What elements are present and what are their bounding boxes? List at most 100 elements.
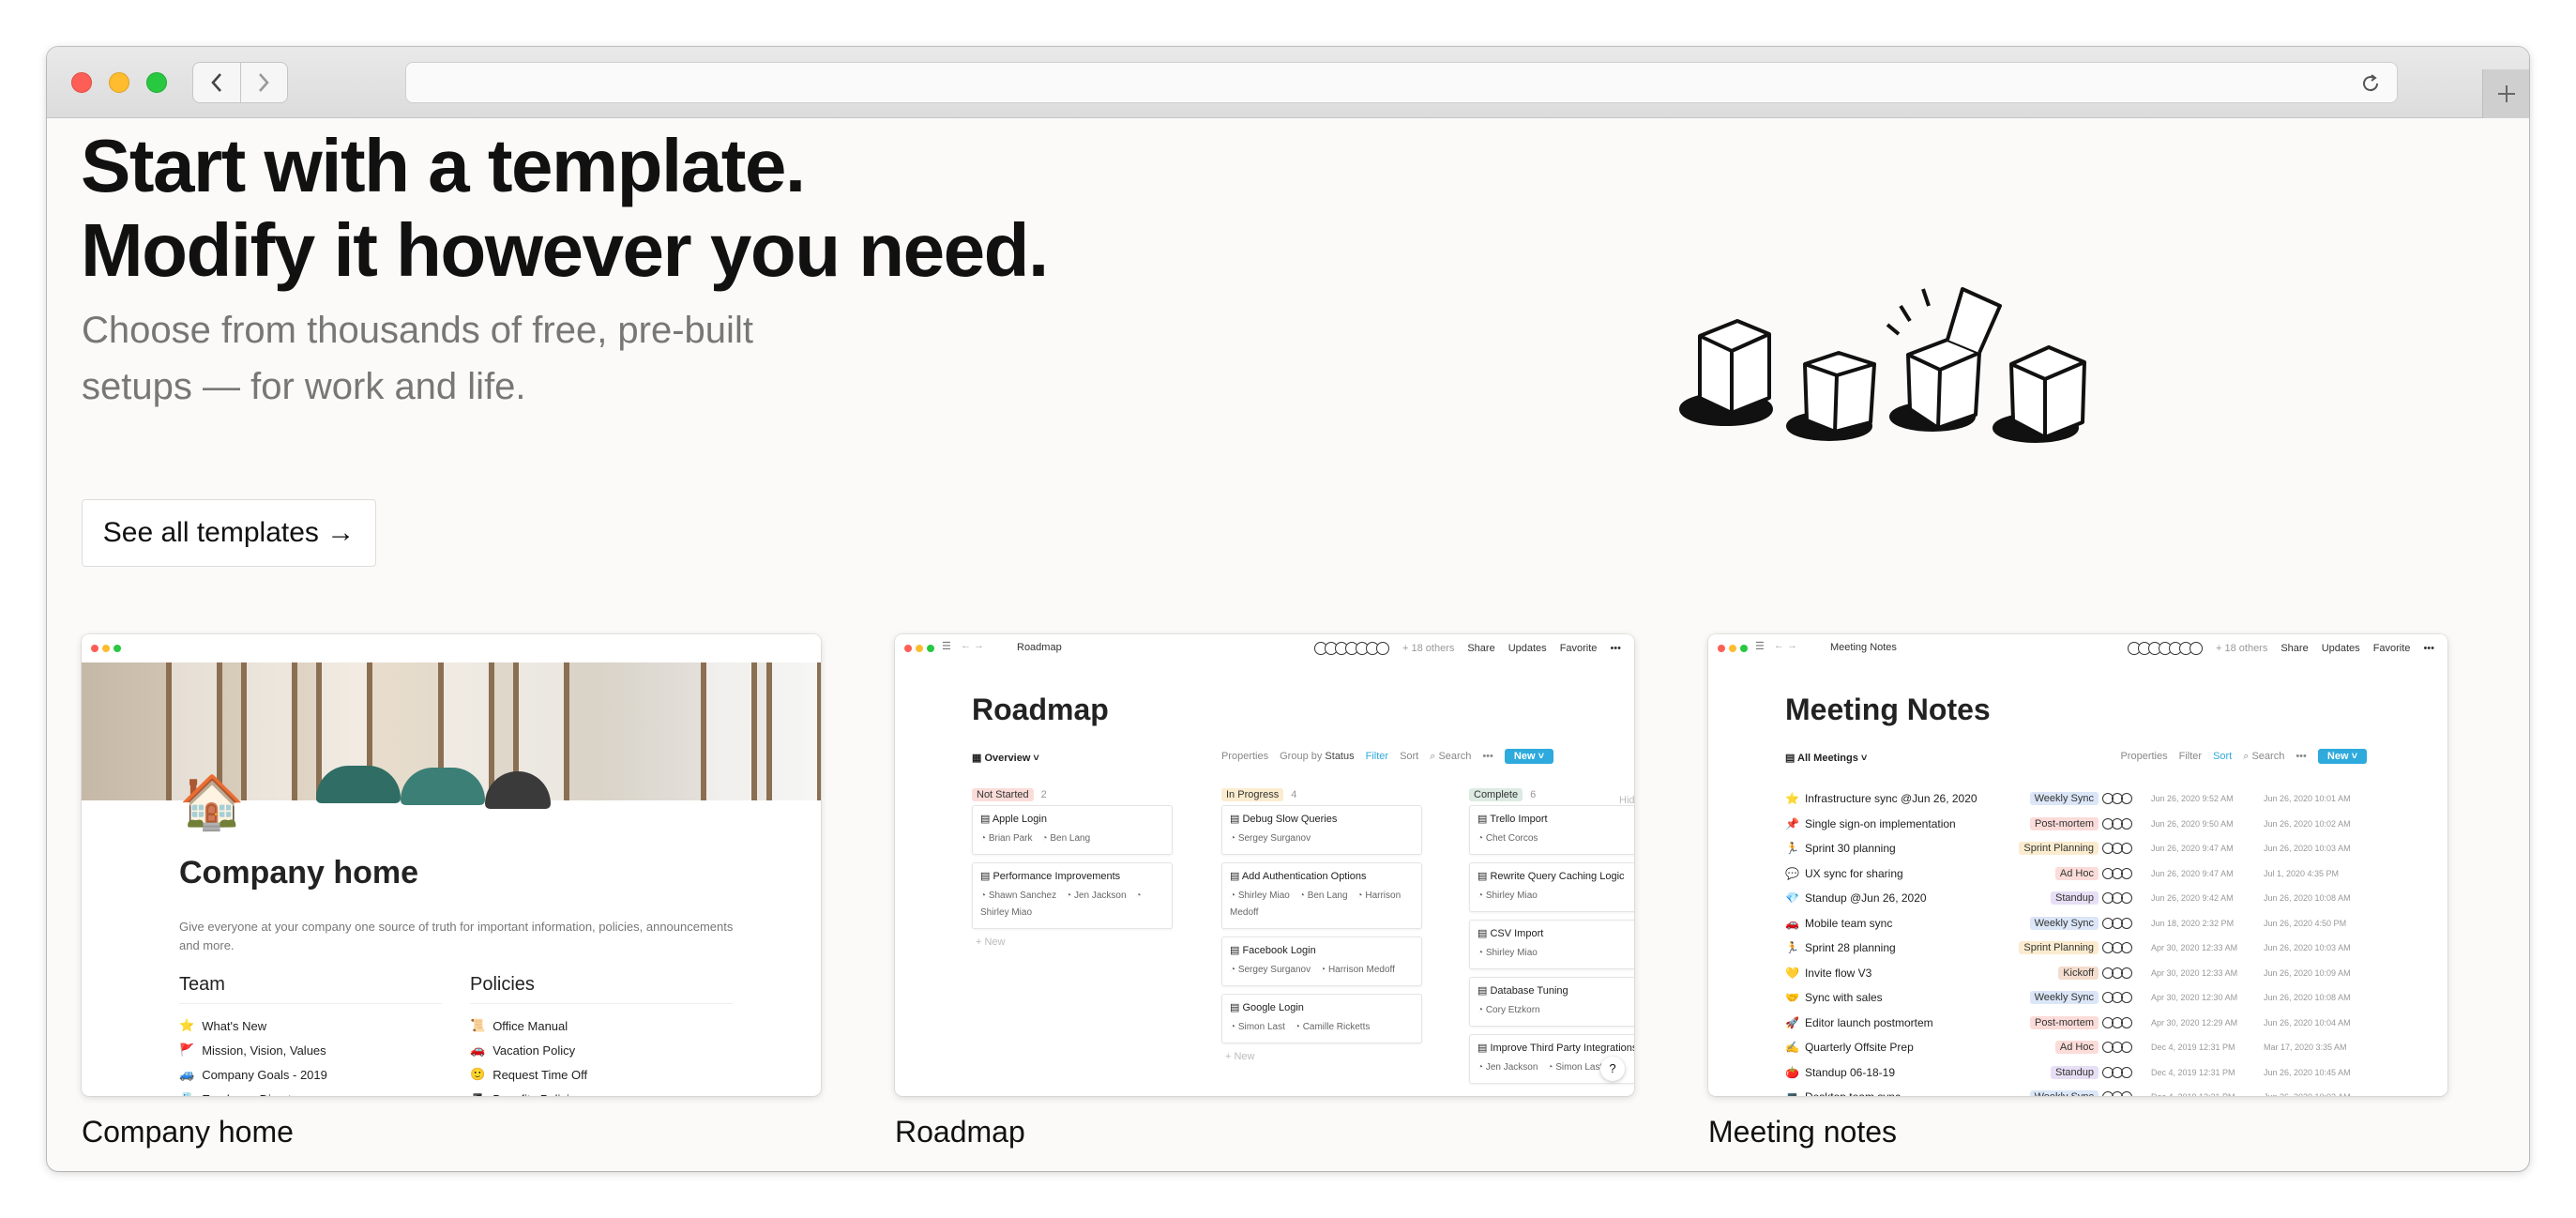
maximize-window-button[interactable] [146, 72, 167, 93]
new-card-button: + New [976, 936, 1006, 948]
address-bar[interactable] [405, 62, 2398, 103]
updates-button: Updates [2321, 643, 2360, 654]
avatar [2121, 867, 2132, 879]
meeting-type: Sprint Planning [2018, 842, 2099, 855]
board-card: ▤ Add Authentication Options ◔ Shirley Mi… [1221, 862, 1422, 929]
forward-button[interactable] [239, 63, 288, 102]
breadcrumb: Meeting Notes [1830, 642, 1897, 653]
created-date: Jun 26, 2020 9:52 AM [2151, 794, 2234, 803]
mini-close-dot [91, 645, 98, 652]
card-people: ◔ Shirley Miao [1477, 945, 1634, 962]
minimize-window-button[interactable] [109, 72, 129, 93]
board-column: Complete 6 ▤ Trello Import ◔ Chet Corcos ▤ R… [1469, 784, 1634, 1091]
meeting-icon: ✍ [1785, 1041, 1799, 1054]
status-tag: Not Started [972, 788, 1034, 801]
page-icon: ▤ [1230, 871, 1242, 882]
meeting-title: Invite flow V3 [1804, 966, 1872, 980]
properties-control: Properties [2120, 751, 2168, 762]
attendees [2099, 1042, 2151, 1053]
close-window-button[interactable] [71, 72, 92, 93]
others-count: + 18 others [1402, 643, 1455, 654]
person-name: Harrison Medoff [1327, 965, 1395, 975]
meeting-type-tag: Post-mortem [2030, 816, 2099, 830]
mini-window-bar: ☰ ← → Roadmap + 18 others Share Updates … [895, 634, 1634, 662]
card-title: ▤ Database Tuning [1477, 984, 1634, 997]
created-date: Jun 18, 2020 2:32 PM [2151, 918, 2235, 928]
team-heading: Team [179, 974, 442, 1004]
created-date: Apr 30, 2020 12:33 AM [2151, 943, 2238, 952]
avatar: ◔ [1477, 1005, 1486, 1015]
board-card: ▤ Rewrite Query Caching Logic ◔ Shirley M… [1469, 862, 1634, 912]
meeting-type-tag: Weekly Sync [2029, 792, 2099, 805]
board-card: ▤ Performance Improvements ◔ Shawn Sanche… [972, 862, 1173, 929]
template-label-roadmap[interactable]: Roadmap [895, 1115, 1025, 1149]
meeting-name: 🚗 Mobile team sync [1785, 917, 2018, 930]
template-card-company-home[interactable]: 🏠 Company home Give everyone at your com… [82, 634, 821, 1096]
see-all-templates-button[interactable]: See all templates → [82, 499, 376, 567]
card-title: ▤ Improve Third Party Integrations [1477, 1042, 1634, 1054]
meeting-title: Standup 06-18-19 [1804, 1065, 1896, 1079]
new-card-button: + New [1225, 1051, 1255, 1062]
table-row: 🍅 Standup 06-18-19 Standup Dec 4, 2019 12:3… [1785, 1060, 2376, 1085]
card-title: ▤ Google Login [1230, 1001, 1414, 1013]
meeting-icon: 💬 [1785, 866, 1799, 880]
sort-control: Sort [2213, 751, 2233, 762]
meeting-icon: 💎 [1785, 891, 1799, 905]
meeting-name: 🤝 Sync with sales [1785, 991, 2018, 1004]
meeting-name: 💬 UX sync for sharing [1785, 867, 2018, 880]
person-name: Brian Park [988, 833, 1033, 844]
meeting-type-tag: Weekly Sync [2029, 916, 2099, 930]
avatar [2121, 992, 2132, 1003]
meeting-type-tag: Kickoff [2058, 966, 2099, 980]
meeting-title: Standup @Jun 26, 2020 [1804, 891, 1927, 905]
mini-maximize-dot [1740, 645, 1748, 652]
template-card-roadmap[interactable]: ☰ ← → Roadmap + 18 others Share Updates … [895, 634, 1634, 1096]
reload-icon[interactable] [2359, 72, 2382, 95]
search-control: ⌕ Search [2243, 750, 2285, 762]
created-date: Dec 4, 2019 12:31 PM [2151, 1092, 2264, 1096]
page-icon: ▤ [1230, 814, 1243, 825]
mini-minimize-dot [916, 645, 923, 652]
group-by-control: Group by Status [1280, 751, 1355, 762]
edited-date: Jun 26, 2020 10:08 AM [2264, 893, 2351, 903]
table-controls: ▤ All Meetings ˅ Properties Filter Sort … [1785, 749, 2367, 768]
person-name: Jen Jackson [1073, 891, 1127, 901]
meeting-icon: 💻 [1785, 1090, 1799, 1096]
template-label-meeting-notes[interactable]: Meeting notes [1708, 1115, 1897, 1149]
card-title: ▤ Rewrite Query Caching Logic [1477, 870, 1634, 882]
card-title-text: Improve Third Party Integrations [1490, 1043, 1634, 1054]
card-people: ◔ Sergey Surganov ◔ Harrison Medoff [1230, 962, 1414, 979]
avatar: ◔ [980, 833, 989, 844]
menu-icon: ☰ [942, 641, 951, 652]
column-header: Not Started 2 [972, 784, 1173, 805]
avatar [2121, 967, 2132, 979]
page-icon: ▤ [980, 814, 993, 825]
item-label: Mission, Vision, Values [202, 1043, 326, 1058]
avatar: ◔ [1066, 891, 1074, 901]
back-button[interactable] [193, 63, 240, 102]
list-item: 📜 Office Manual [470, 1013, 587, 1038]
share-button: Share [2281, 643, 2309, 654]
meeting-type: Post-mortem [2018, 1015, 2099, 1029]
created-date: Jun 26, 2020 9:42 AM [2151, 893, 2234, 903]
avatar [2121, 793, 2132, 804]
page-title: Roadmap [972, 693, 1109, 726]
attendees [2099, 817, 2151, 830]
board-card: ▤ Google Login ◔ Simon Last ◔ Camille Rick… [1221, 994, 1422, 1043]
table-row: 💬 UX sync for sharing Ad Hoc Jun 26, 2020 9… [1785, 861, 2376, 886]
nav-arrows-icon: ← → [961, 640, 985, 651]
template-card-meeting-notes[interactable]: ☰ ← → Meeting Notes + 18 others Share Up… [1708, 634, 2447, 1096]
new-tab-button[interactable] [2482, 69, 2529, 118]
page-icon: ▤ [1477, 871, 1491, 882]
person-name: Jen Jackson [1485, 1062, 1538, 1073]
table-row: 💎 Standup @Jun 26, 2020 Standup Jun 26, 202… [1785, 886, 2376, 910]
mini-window-bar [82, 634, 821, 662]
person-name: Shirley Miao [1237, 891, 1290, 901]
edited-date: Jul 1, 2020 4:35 PM [2264, 868, 2340, 878]
item-icon: 🚙 [179, 1067, 195, 1081]
template-label-company-home[interactable]: Company home [82, 1115, 294, 1149]
person-name: Simon Last [1237, 1022, 1285, 1032]
window-pane [701, 662, 757, 800]
meeting-type-tag: Weekly Sync [2029, 1090, 2099, 1096]
list-item: 🚙 Company Goals - 2019 [179, 1062, 327, 1087]
